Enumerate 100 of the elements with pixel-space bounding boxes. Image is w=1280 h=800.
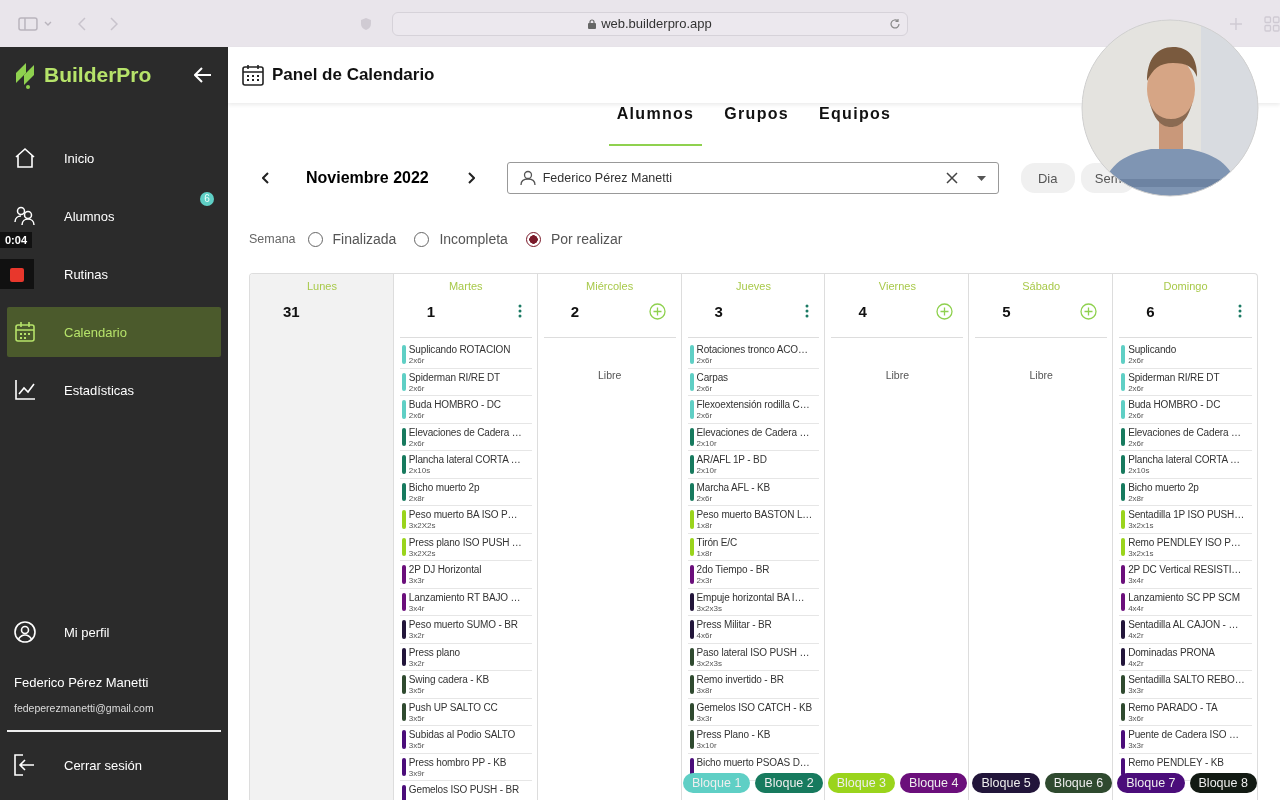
add-icon[interactable] [936,302,954,320]
exercise-reps: 2x6r [696,356,714,365]
dropdown-caret-icon[interactable] [976,175,986,181]
exercise-name: Suplicando ROTACION [408,343,511,356]
exercise-name: Spiderman RI/RE DT [1128,370,1220,384]
nav-item[interactable]: Estadísticas [64,382,135,398]
free-day-label: Libre [884,369,911,381]
exercise-reps: 3x5r [408,741,426,750]
exercise-reps: 3x6r [1128,713,1145,723]
record-icon[interactable] [10,268,24,282]
nav-item[interactable]: Inicio [64,150,95,166]
forward-icon[interactable] [109,16,118,31]
free-day-label: Libre [1028,369,1054,381]
exercise-name: Lanzamiento SC PP SCM [1128,590,1240,604]
radio-option[interactable]: Por realizar [525,231,623,247]
exercise-reps: 3x2r [408,658,426,668]
exercise-name: Remo PENDLEY ISO P… [1128,535,1241,549]
exercise-name: Elevaciones de Cadera … [696,425,810,439]
tab[interactable]: Alumnos [608,103,703,146]
url-text: web.builderpro.app [601,16,712,31]
logo-icon [14,61,36,89]
radio-option[interactable]: Incompleta [414,231,508,247]
sidebar-toggle-icon[interactable] [18,16,38,31]
video-timestamp: 0:04 [0,232,33,248]
nav-item[interactable]: Alumnos [64,208,115,224]
exercise-reps: 2x6r [1128,356,1145,365]
exercise-name: Peso muerto BA ISO P… [408,508,518,521]
block-legend-tag: Bloque 7 [1117,773,1185,793]
weekday-label: Lunes [305,279,338,292]
user-icon [519,170,536,186]
exercise-name: Buda HOMBRO - DC [1128,398,1221,411]
exercise-name: Peso muerto SUMO - BR [408,618,518,631]
exercise-reps: 3x4r [408,603,426,613]
exercise-name: Remo invertido - BR [696,673,784,686]
radio-button[interactable] [525,231,541,247]
add-icon[interactable] [648,302,666,320]
block-legend-tag: Bloque 6 [1044,773,1113,793]
exercise-name: Carpas [696,370,728,384]
exercise-reps: 3x2r [408,631,426,640]
clear-icon[interactable] [945,172,958,184]
exercise-name: Sentadilla 1P ISO PUSH… [1128,508,1244,521]
previous-month-icon[interactable] [262,172,270,184]
block-legend-tag: Bloque 5 [972,773,1040,793]
add-icon[interactable] [1080,302,1098,320]
exercise-reps: 1x8r [696,521,714,530]
exercise-reps: 3x3r [408,576,426,585]
exercise-reps: 2x10r [696,438,718,448]
chevron-down-icon[interactable] [43,20,52,27]
radio-option[interactable]: Finalizada [307,231,397,247]
tab[interactable]: Equipos [811,103,900,146]
tab[interactable]: Grupos [716,103,797,146]
address-bar[interactable]: web.builderpro.app [391,11,909,36]
more-icon[interactable] [1238,304,1242,318]
exercise-name: Gemelos ISO PUSH - BR [408,783,520,796]
page-title: Panel de Calendario [272,65,435,85]
day-number: 6 [1146,302,1155,320]
exercise-reps: 2x6r [696,383,714,393]
exercise-name: Bicho muerto 2p [408,480,480,494]
reload-icon[interactable] [889,17,902,30]
day-number: 2 [570,302,580,320]
brand-name: BuilderPro [44,63,152,87]
next-month-icon[interactable] [466,172,475,184]
weekday-label: Viernes [877,279,917,292]
exercise-reps: 3x2x3s [696,658,723,668]
day-number: 3 [714,302,723,320]
exercise-name: Swing cadera - KB [408,673,490,686]
exercise-name: Press Militar - BR [696,618,772,631]
exercise-name: Gemelos ISO CATCH - KB [696,700,812,714]
more-icon[interactable] [517,304,522,318]
day-number: 1 [426,302,436,320]
exercise-reps: 4x2r [1128,658,1145,668]
view-button[interactable]: Dia [1020,163,1075,193]
exercise-name: Dominadas PRONA [1128,645,1215,659]
exercise-name: Elevaciones de Cadera … [1128,425,1241,439]
logout-link[interactable]: Cerrar sesión [7,740,221,790]
exercise-reps: 3x2x1s [1128,521,1155,530]
student-select[interactable]: Federico Pérez Manetti [506,162,999,194]
exercise-reps: 3x8r [696,686,714,695]
home-icon [14,147,36,169]
exercise-name: Sentadilla AL CAJON - … [1128,618,1239,631]
exercise-reps: 2x10s [1128,466,1151,475]
exercise-reps: 3x4r [1128,576,1145,585]
nav-item[interactable]: Calendario [7,307,221,357]
exercise-name: 2P DJ Horizontal [408,563,482,576]
exercise-name: Peso muerto BASTON L… [696,508,813,521]
exercise-reps: 2x6r [696,411,714,420]
day-number: 5 [1002,302,1011,320]
back-arrow-icon[interactable] [194,67,212,83]
free-day-label: Libre [596,369,623,381]
user-icon [14,621,36,643]
exercise-reps: 3x3r [696,713,714,723]
exercise-reps: 3x2X2s [408,521,437,530]
back-icon[interactable] [77,16,86,31]
filter-label: Semana [249,232,296,246]
exercise-reps: 4x6r [696,631,714,640]
chart-icon [14,379,36,401]
nav-item[interactable]: Rutinas [64,266,109,282]
exercise-name: Remo PARADO - TA [1128,700,1218,714]
more-icon[interactable] [805,304,810,318]
profile-link[interactable]: Mi perfil [7,607,221,657]
